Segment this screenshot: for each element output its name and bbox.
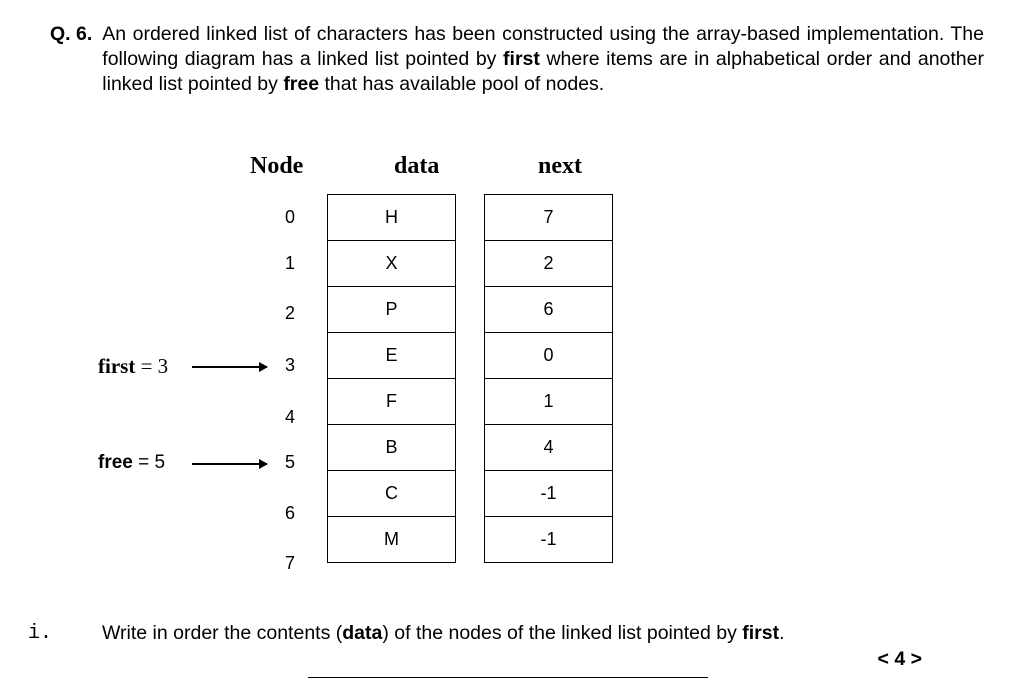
data-cell: M <box>328 517 456 563</box>
node-index-7: 7 <box>275 553 305 574</box>
data-cell: X <box>328 241 456 287</box>
data-cell: E <box>328 333 456 379</box>
part-i-marks: < 4 > <box>102 648 922 671</box>
pointer-free-label: free = 5 <box>98 452 165 474</box>
data-cell: C <box>328 471 456 517</box>
next-cell: 2 <box>485 241 613 287</box>
answer-blank-line <box>308 677 708 678</box>
arrow-free-icon <box>192 463 267 465</box>
part-i-seg2: ) of the nodes of the linked list pointe… <box>382 622 742 644</box>
part-i-seg1: Write in order the contents ( <box>102 622 342 644</box>
column-header-next: next <box>538 153 582 180</box>
node-index-2: 2 <box>275 303 305 324</box>
data-column-table: H X P E F B C M <box>327 194 456 563</box>
node-index-3: 3 <box>275 355 305 376</box>
column-header-node: Node <box>250 153 303 180</box>
node-index-6: 6 <box>275 503 305 524</box>
next-cell: 4 <box>485 425 613 471</box>
pointer-first-eq: = 3 <box>135 354 168 378</box>
node-index-1: 1 <box>275 253 305 274</box>
data-cell: F <box>328 379 456 425</box>
next-cell: 6 <box>485 287 613 333</box>
data-cell: B <box>328 425 456 471</box>
next-cell: 1 <box>485 379 613 425</box>
pointer-first-label: first = 3 <box>98 354 168 379</box>
question-bold-free: free <box>283 73 319 95</box>
node-index-0: 0 <box>275 207 305 228</box>
question-text-seg3: that has available pool of nodes. <box>319 73 604 95</box>
node-index-5: 5 <box>275 452 305 473</box>
data-cell: P <box>328 287 456 333</box>
question-block: Q. 6. An ordered linked list of characte… <box>50 22 984 97</box>
node-index-4: 4 <box>275 407 305 428</box>
column-header-data: data <box>394 153 439 180</box>
pointer-free-bold: free <box>98 452 133 473</box>
part-i-text: Write in order the contents (data) of th… <box>102 622 785 645</box>
next-cell: -1 <box>485 517 613 563</box>
next-cell: -1 <box>485 471 613 517</box>
pointer-free-eq: = 5 <box>133 452 165 473</box>
question-text: An ordered linked list of characters has… <box>102 22 984 97</box>
part-i-label: i. <box>28 622 52 645</box>
part-i-period: . <box>779 622 784 644</box>
part-i-bold-first: first <box>742 622 779 644</box>
question-label: Q. 6. <box>50 22 92 97</box>
question-bold-first: first <box>503 48 540 70</box>
next-column-table: 7 2 6 0 1 4 -1 -1 <box>484 194 613 563</box>
next-cell: 0 <box>485 333 613 379</box>
pointer-first-bold: first <box>98 354 135 378</box>
next-cell: 7 <box>485 195 613 241</box>
data-cell: H <box>328 195 456 241</box>
part-i-bold-data: data <box>342 622 382 644</box>
arrow-first-icon <box>192 366 267 368</box>
